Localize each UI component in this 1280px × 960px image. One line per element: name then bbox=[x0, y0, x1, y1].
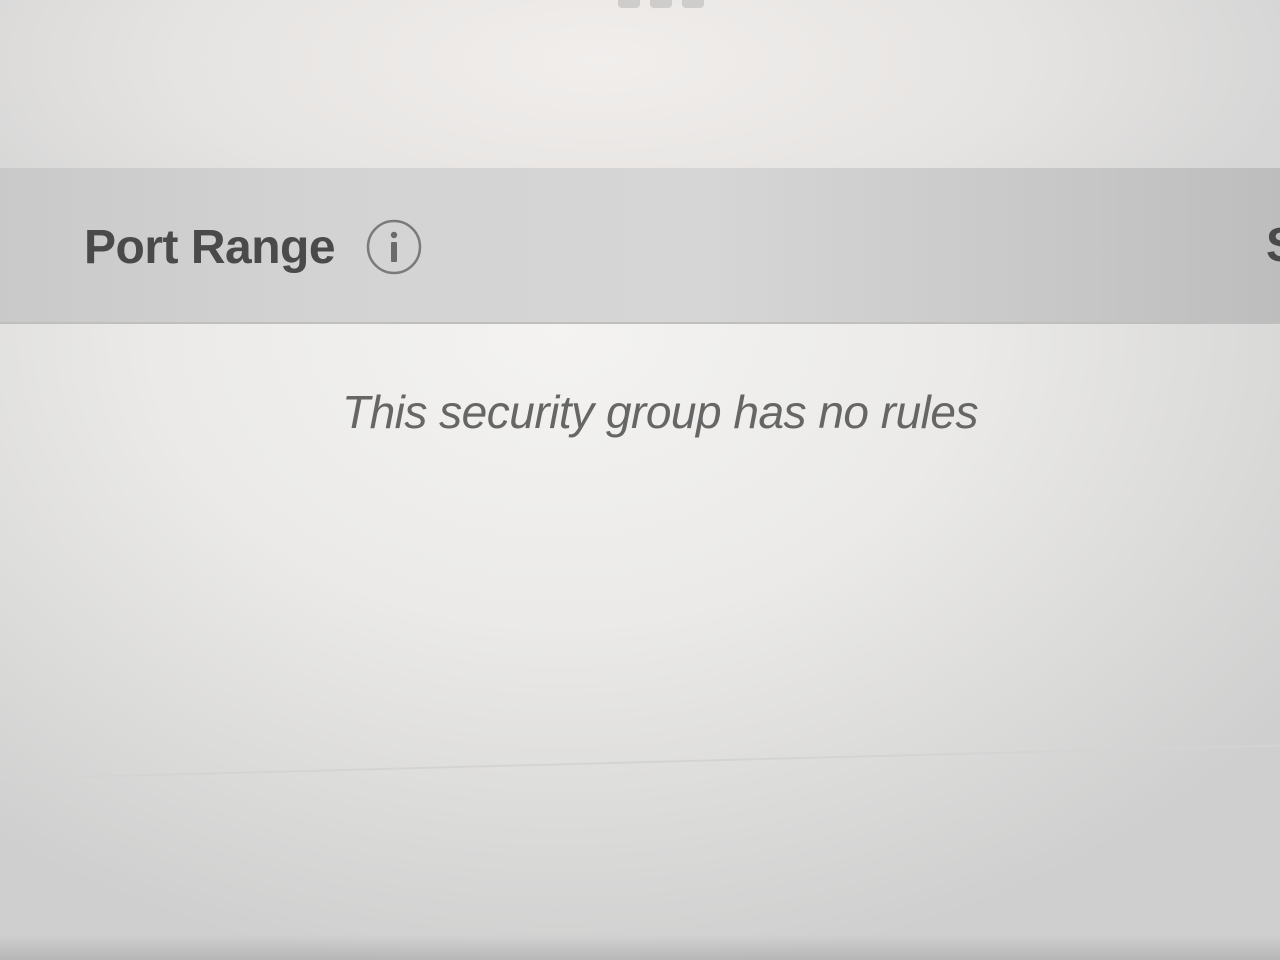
info-icon[interactable] bbox=[365, 218, 423, 276]
dot bbox=[618, 0, 640, 8]
column-header-label: Port Range bbox=[84, 220, 336, 274]
screen: Port Range S This security group has no … bbox=[0, 0, 1280, 960]
empty-state-message: This security group has no rules bbox=[342, 386, 978, 438]
dot bbox=[650, 0, 672, 8]
dot bbox=[682, 0, 704, 8]
column-header-label: S bbox=[1266, 219, 1280, 272]
table-divider bbox=[0, 744, 1280, 780]
top-area bbox=[0, 0, 1280, 168]
screen-bezel bbox=[0, 935, 1280, 960]
rules-table-header: Port Range S bbox=[0, 168, 1280, 324]
column-header-next[interactable]: S bbox=[1266, 218, 1280, 278]
empty-state: This security group has no rules bbox=[0, 385, 1280, 439]
column-header-port-range[interactable]: Port Range bbox=[84, 218, 423, 276]
loading-dots bbox=[618, 0, 718, 10]
